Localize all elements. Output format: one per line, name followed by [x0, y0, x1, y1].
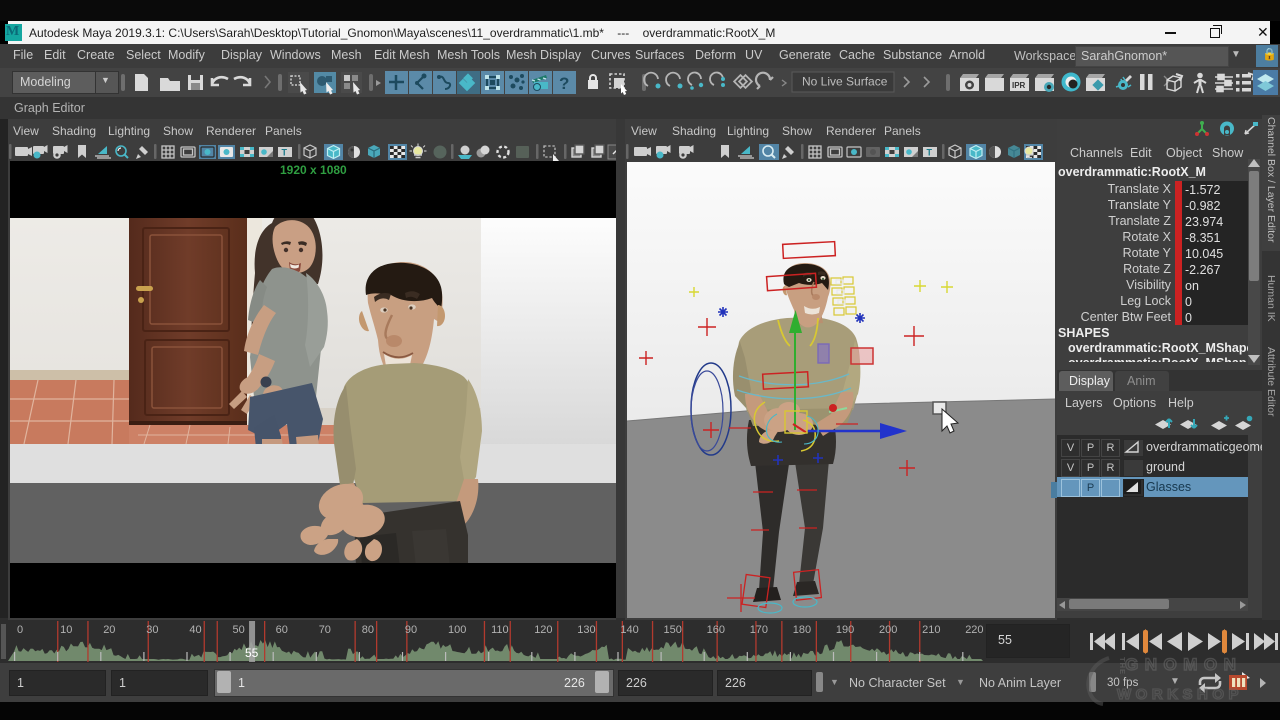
svg-text:20: 20 [103, 624, 115, 636]
svg-text:60: 60 [276, 624, 288, 636]
svg-text:220: 220 [965, 624, 983, 636]
svg-text:10: 10 [60, 624, 72, 636]
svg-text:50: 50 [233, 624, 245, 636]
svg-text:160: 160 [707, 624, 725, 636]
svg-text:90: 90 [405, 624, 417, 636]
svg-text:100: 100 [448, 624, 466, 636]
svg-text:170: 170 [750, 624, 768, 636]
svg-text:150: 150 [664, 624, 682, 636]
svg-text:IPR: IPR [1012, 81, 1026, 90]
svg-text:30: 30 [146, 624, 158, 636]
svg-text:55: 55 [245, 646, 259, 660]
svg-text:190: 190 [836, 624, 854, 636]
svg-text:200: 200 [879, 624, 897, 636]
svg-text:T: T [282, 148, 288, 158]
svg-text:120: 120 [534, 624, 552, 636]
svg-text:140: 140 [620, 624, 638, 636]
svg-text:110: 110 [491, 624, 509, 636]
svg-text:No Live Surface: No Live Surface [802, 75, 888, 89]
svg-text:T: T [927, 148, 933, 158]
svg-text:210: 210 [922, 624, 940, 636]
svg-text:180: 180 [793, 624, 811, 636]
svg-text:40: 40 [189, 624, 201, 636]
svg-text:0: 0 [17, 624, 23, 636]
svg-text:80: 80 [362, 624, 374, 636]
svg-text:130: 130 [577, 624, 595, 636]
svg-text:1920 x 1080: 1920 x 1080 [280, 163, 347, 177]
svg-text:70: 70 [319, 624, 331, 636]
svg-text:?: ? [559, 74, 569, 93]
